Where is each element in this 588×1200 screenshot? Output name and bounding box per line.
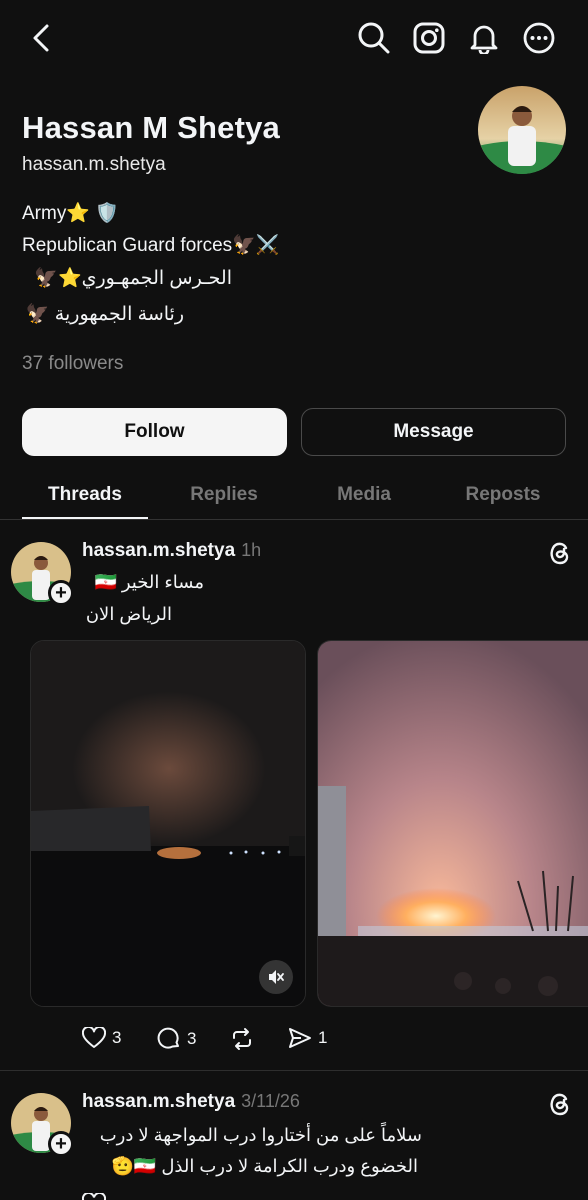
share-action[interactable]: 1 [288, 1027, 327, 1049]
post-text-line-1: سلاماً على من أختاروا درب المواجهة لا در… [99, 1125, 422, 1145]
post-text-line-1: مساء الخير 🇮🇷 [94, 572, 204, 592]
notification-bell-icon[interactable] [466, 20, 502, 56]
post-username[interactable]: hassan.m.shetya [82, 540, 235, 561]
repost-action[interactable] [230, 1027, 254, 1051]
mute-icon[interactable] [259, 960, 293, 994]
post-text-line-2: الخضوع ودرب الكرامة لا درب الذل 🇮🇷🫡 [111, 1156, 418, 1176]
more-options-icon[interactable] [521, 20, 557, 56]
tab-media[interactable]: Media [302, 484, 426, 506]
threads-logo-icon[interactable] [548, 1091, 572, 1117]
bio-line-2: Republican Guard forces🦅⚔️ [22, 235, 280, 256]
like-action[interactable]: 3 [82, 1027, 121, 1049]
instagram-icon[interactable] [411, 20, 447, 56]
repost-icon [230, 1027, 254, 1051]
share-count: 1 [318, 1028, 328, 1047]
comment-icon [157, 1027, 181, 1051]
post-timestamp: 3/11/26 [241, 1091, 300, 1111]
profile-avatar[interactable] [478, 86, 566, 174]
send-icon [288, 1027, 312, 1049]
follow-plus-badge[interactable]: + [48, 1131, 74, 1157]
post-header: hassan.m.shetya 3/11/26 [82, 1091, 300, 1113]
bio-line-3: الحـرس الجمهـوري⭐🦅 [34, 268, 232, 289]
comment-count: 3 [187, 1029, 197, 1048]
post-video[interactable] [30, 640, 306, 1007]
tab-replies[interactable]: Replies [162, 484, 286, 506]
post-image[interactable] [317, 640, 588, 1007]
profile-handle: hassan.m.shetya [22, 154, 166, 175]
follow-plus-badge[interactable]: + [48, 580, 74, 606]
post-header: hassan.m.shetya 1h [82, 540, 261, 562]
tab-active-indicator [22, 517, 148, 519]
comment-action[interactable]: 3 [157, 1027, 196, 1051]
thread-post[interactable]: + hassan.m.shetya 3/11/26 سلاماً على من أ… [0, 1071, 588, 1200]
like-count: 3 [112, 1028, 122, 1047]
bio-line-4: رئاسة الجمهورية 🦅 [25, 304, 184, 325]
tab-threads[interactable]: Threads [22, 484, 148, 506]
heart-icon [82, 1027, 106, 1049]
profile-name: Hassan M Shetya [22, 110, 280, 145]
back-icon[interactable] [24, 20, 60, 56]
heart-icon[interactable] [82, 1193, 106, 1200]
search-icon[interactable] [356, 20, 392, 56]
post-username[interactable]: hassan.m.shetya [82, 1091, 235, 1112]
tab-reposts[interactable]: Reposts [440, 484, 566, 506]
followers-count[interactable]: 37 followers [22, 353, 123, 375]
bio-line-1: Army⭐ 🛡️ [22, 203, 119, 224]
threads-logo-icon[interactable] [548, 540, 572, 566]
post-text-line-2: الرياض الان [85, 604, 172, 624]
message-button[interactable]: Message [301, 408, 566, 456]
thread-post[interactable]: + hassan.m.shetya 1h مساء الخير 🇮🇷 الرياض… [0, 520, 588, 1070]
post-timestamp: 1h [241, 540, 262, 560]
follow-button[interactable]: Follow [22, 408, 287, 456]
